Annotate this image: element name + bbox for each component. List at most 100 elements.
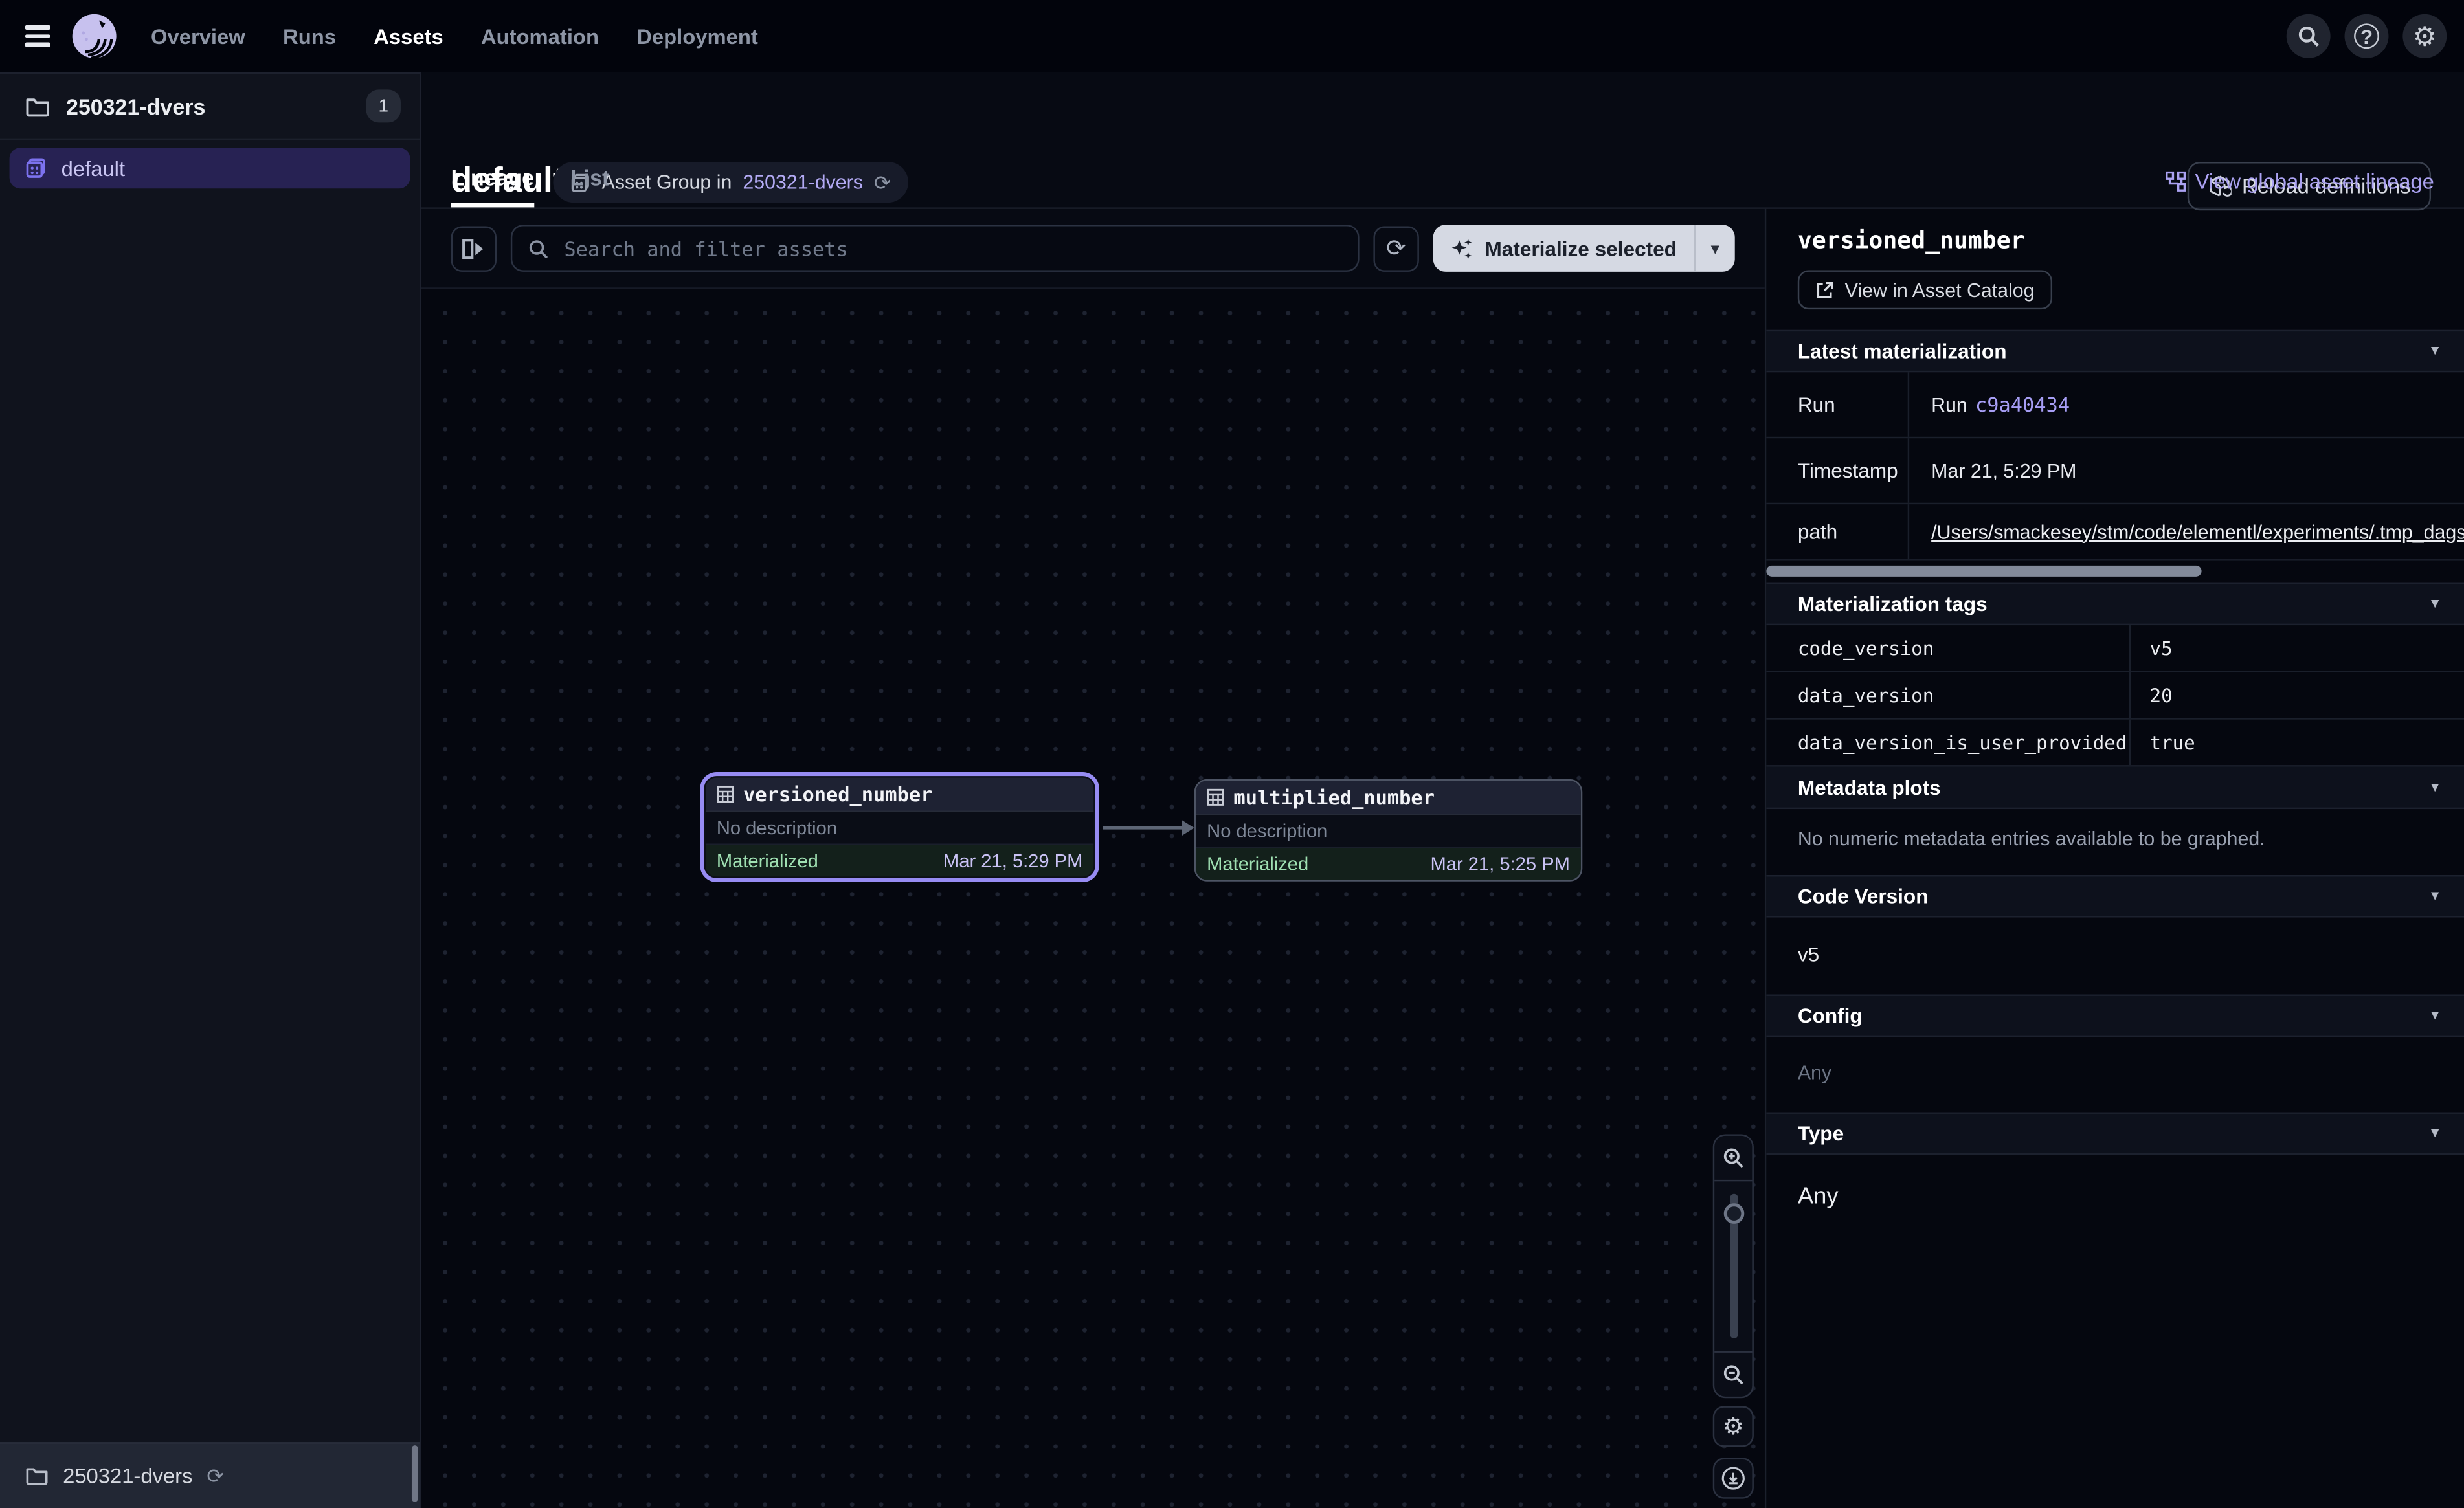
asset-count-badge: 1 xyxy=(366,89,401,122)
asset-node-header: multiplied_number xyxy=(1196,781,1581,815)
view-in-asset-catalog-label: View in Asset Catalog xyxy=(1845,279,2035,301)
type-value: Any xyxy=(1766,1155,2464,1238)
lineage-edge-arrowhead xyxy=(1182,820,1194,836)
tag-row-data-version: data_version 20 xyxy=(1766,672,2464,720)
asset-group-icon xyxy=(25,157,47,179)
config-value: Any xyxy=(1766,1037,2464,1113)
caret-down-icon: ▾ xyxy=(1711,238,1719,259)
zoom-slider-knob[interactable] xyxy=(1723,1203,1744,1224)
gear-icon: ⚙ xyxy=(1723,1415,1744,1438)
search-button[interactable] xyxy=(2287,14,2331,58)
zoom-out-icon xyxy=(1722,1364,1744,1386)
nav-deployment[interactable]: Deployment xyxy=(636,25,758,48)
sidebar-item-label: default xyxy=(62,157,125,180)
zoom-out-button[interactable] xyxy=(1714,1353,1752,1397)
horizontal-scrollbar-thumb[interactable] xyxy=(1766,566,2201,577)
zoom-in-button[interactable] xyxy=(1714,1136,1752,1180)
nav-assets[interactable]: Assets xyxy=(374,25,443,48)
chevron-down-icon: ▾ xyxy=(2431,342,2439,360)
path-link[interactable]: /Users/smackesey/stm/code/elementl/exper… xyxy=(1931,521,2464,543)
nav-overview[interactable]: Overview xyxy=(151,25,245,48)
table-icon xyxy=(717,786,734,803)
lineage-canvas[interactable]: versioned_number No description Material… xyxy=(421,289,1765,1508)
lineage-graph-column: ⟳ Materialize selected ▾ xyxy=(421,209,1765,1508)
external-link-icon xyxy=(1815,280,1834,299)
table-row-path: path /Users/smackesey/stm/code/elementl/… xyxy=(1766,504,2464,560)
hamburger-menu-icon[interactable] xyxy=(16,14,60,58)
section-latest-materialization[interactable]: Latest materialization ▾ xyxy=(1766,330,2464,373)
sidebar-item-workspace[interactable]: 250321-dvers 1 xyxy=(0,74,420,140)
materialization-time: Mar 21, 5:29 PM xyxy=(943,850,1082,872)
run-id-link[interactable]: c9a40434 xyxy=(1975,393,2070,416)
asset-node-description: No description xyxy=(706,812,1094,845)
asset-node-versioned-number[interactable]: versioned_number No description Material… xyxy=(704,776,1095,878)
help-button[interactable]: ? xyxy=(2345,14,2389,58)
chevron-down-icon: ▾ xyxy=(2431,1125,2439,1142)
code-location-name: 250321-dvers xyxy=(63,1464,192,1487)
chevron-down-icon: ▾ xyxy=(2431,887,2439,905)
download-icon xyxy=(1721,1466,1746,1491)
folder-icon xyxy=(25,95,50,117)
badge-text: Asset Group in xyxy=(602,172,732,194)
section-config[interactable]: Config ▾ xyxy=(1766,994,2464,1037)
primary-nav: Overview Runs Assets Automation Deployme… xyxy=(151,25,758,48)
lineage-icon xyxy=(2166,172,2186,192)
graph-settings-button[interactable]: ⚙ xyxy=(1713,1406,1754,1447)
horizontal-scrollbar xyxy=(1766,562,2464,580)
tag-row-code-version: code_version v5 xyxy=(1766,625,2464,672)
table-icon xyxy=(1207,788,1224,806)
lineage-edge xyxy=(1103,826,1185,830)
search-input[interactable] xyxy=(561,235,1342,261)
tab-lineage[interactable]: Lineage xyxy=(451,165,534,208)
section-code-version[interactable]: Code Version ▾ xyxy=(1766,875,2464,918)
view-tabs: Lineage List xyxy=(451,165,610,208)
materialize-dropdown-button[interactable]: ▾ xyxy=(1694,225,1735,272)
reload-location-icon[interactable]: ⟳ xyxy=(207,1466,223,1487)
asset-search-box xyxy=(511,225,1359,272)
workspace-name: 250321-dvers xyxy=(66,93,366,118)
zoom-slider[interactable] xyxy=(1714,1180,1752,1353)
selected-asset-title: versioned_number xyxy=(1798,227,2433,255)
sparkles-icon xyxy=(1450,236,1473,260)
section-materialization-tags[interactable]: Materialization tags ▾ xyxy=(1766,583,2464,626)
asset-node-header: versioned_number xyxy=(706,778,1094,812)
chevron-down-icon: ▾ xyxy=(2431,779,2439,796)
folder-icon xyxy=(25,1466,49,1487)
download-image-button[interactable] xyxy=(1713,1458,1754,1499)
panel-expand-icon xyxy=(462,238,486,259)
asset-node-status-bar: Materialized Mar 21, 5:29 PM xyxy=(706,845,1094,877)
refresh-icon: ⟳ xyxy=(1386,236,1406,260)
section-metadata-plots[interactable]: Metadata plots ▾ xyxy=(1766,767,2464,810)
sidebar-footer: 250321-dvers ⟳ xyxy=(0,1442,420,1508)
tab-list[interactable]: List xyxy=(570,165,609,208)
badge-workspace-link[interactable]: 250321-dvers xyxy=(743,172,863,194)
table-row-timestamp: Timestamp Mar 21, 5:29 PM xyxy=(1766,438,2464,504)
chevron-down-icon: ▾ xyxy=(2431,595,2439,613)
view-in-asset-catalog-button[interactable]: View in Asset Catalog xyxy=(1798,270,2052,309)
asset-detail-panel: versioned_number View in Asset Catalog L… xyxy=(1765,209,2464,1508)
sidebar-scrollbar[interactable] xyxy=(412,1445,418,1502)
asset-node-description: No description xyxy=(1196,815,1581,848)
main-area: default Asset Group in 250321-dvers ⟳ Re… xyxy=(421,72,2464,1508)
nav-automation[interactable]: Automation xyxy=(481,25,599,48)
materialize-selected-button[interactable]: Materialize selected ▾ xyxy=(1433,225,1734,272)
asset-name: versioned_number xyxy=(743,782,932,806)
metadata-plots-empty-message: No numeric metadata entries available to… xyxy=(1766,809,2464,875)
section-type[interactable]: Type ▾ xyxy=(1766,1113,2464,1155)
view-global-lineage-link[interactable]: View global asset lineage xyxy=(2166,170,2434,193)
code-version-value: v5 xyxy=(1766,918,2464,995)
toggle-sidebar-panel-button[interactable] xyxy=(451,225,497,271)
graph-toolbar: ⟳ Materialize selected ▾ xyxy=(421,209,1765,289)
settings-button[interactable]: ⚙ xyxy=(2402,14,2447,58)
refresh-graph-button[interactable]: ⟳ xyxy=(1373,225,1418,271)
refresh-icon[interactable]: ⟳ xyxy=(874,172,891,193)
app-root: Overview Runs Assets Automation Deployme… xyxy=(0,0,2464,1508)
nav-runs[interactable]: Runs xyxy=(283,25,336,48)
materialization-time: Mar 21, 5:25 PM xyxy=(1431,853,1570,875)
run-prefix: Run xyxy=(1931,394,1967,416)
materialize-selected-label: Materialize selected xyxy=(1484,236,1676,260)
asset-node-multiplied-number[interactable]: multiplied_number No description Materia… xyxy=(1194,779,1583,882)
sidebar-item-default-group[interactable]: default xyxy=(10,148,410,188)
dagster-logo[interactable] xyxy=(71,12,118,60)
view-global-lineage-label: View global asset lineage xyxy=(2195,170,2434,193)
